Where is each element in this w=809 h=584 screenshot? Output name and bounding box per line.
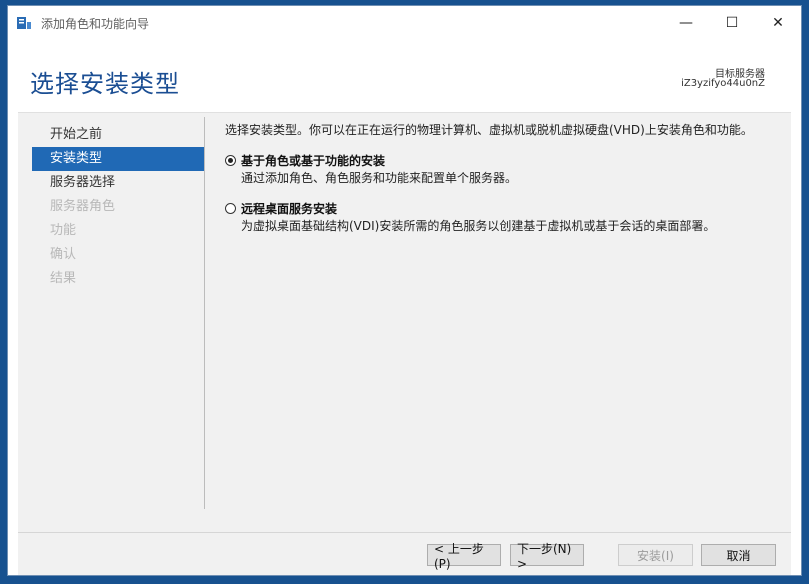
previous-button[interactable]: < 上一步(P) xyxy=(427,542,501,571)
option-role-based-title[interactable]: 基于角色或基于功能的安装 xyxy=(241,153,781,169)
cancel-button[interactable]: 取消 xyxy=(701,544,776,566)
wizard-body: 开始之前 安装类型 服务器选择 服务器角色 功能 确认 结果 选择安装类型。你可… xyxy=(18,112,791,575)
option-remote-desktop-title[interactable]: 远程桌面服务安装 xyxy=(241,201,781,217)
minimize-button[interactable]: — xyxy=(663,6,709,40)
option-role-based-desc: 通过添加角色、角色服务和功能来配置单个服务器。 xyxy=(241,171,518,185)
wizard-window: 添加角色和功能向导 — ☐ ✕ 选择安装类型 目标服务器 iZ3yzifyo44… xyxy=(7,5,802,576)
nav-item-installation-type[interactable]: 安装类型 xyxy=(32,147,204,171)
radio-checked-icon[interactable] xyxy=(225,155,236,166)
option-remote-desktop[interactable]: 远程桌面服务安装 为虚拟桌面基础结构(VDI)安装所需的角色服务以创建基于虚拟机… xyxy=(225,201,781,235)
server-manager-icon xyxy=(17,17,31,29)
radio-unchecked-icon[interactable] xyxy=(225,203,236,214)
option-role-based[interactable]: 基于角色或基于功能的安装 通过添加角色、角色服务和功能来配置单个服务器。 xyxy=(225,153,781,187)
nav-item-results: 结果 xyxy=(50,271,77,286)
nav-item-server-selection[interactable]: 服务器选择 xyxy=(32,171,204,195)
title-bar[interactable]: 添加角色和功能向导 — ☐ ✕ xyxy=(8,6,801,40)
footer-divider xyxy=(18,532,791,533)
install-button: 安装(I) xyxy=(618,544,693,566)
target-server-name: iZ3yzifyo44u0nZ xyxy=(681,78,765,89)
wizard-nav: 开始之前 安装类型 服务器选择 服务器角色 功能 确认 结果 xyxy=(32,123,204,291)
page-title: 选择安装类型 xyxy=(30,70,180,98)
nav-item-server-roles: 服务器角色 xyxy=(50,199,116,214)
window-title: 添加角色和功能向导 xyxy=(41,17,150,31)
close-button[interactable]: ✕ xyxy=(755,6,801,40)
nav-item-confirmation: 确认 xyxy=(50,247,77,262)
nav-item-features: 功能 xyxy=(50,223,77,238)
nav-divider xyxy=(204,117,205,509)
content-pane: 选择安装类型。你可以在正在运行的物理计算机、虚拟机或脱机虚拟硬盘(VHD)上安装… xyxy=(225,121,781,235)
wizard-header: 选择安装类型 目标服务器 iZ3yzifyo44u0nZ xyxy=(18,40,791,112)
maximize-button[interactable]: ☐ xyxy=(709,6,755,40)
option-remote-desktop-desc: 为虚拟桌面基础结构(VDI)安装所需的角色服务以创建基于虚拟机或基于会话的桌面部… xyxy=(241,219,716,233)
next-button[interactable]: 下一步(N) > xyxy=(510,542,584,571)
nav-item-before-you-begin[interactable]: 开始之前 xyxy=(32,123,204,147)
intro-text: 选择安装类型。你可以在正在运行的物理计算机、虚拟机或脱机虚拟硬盘(VHD)上安装… xyxy=(225,123,753,137)
